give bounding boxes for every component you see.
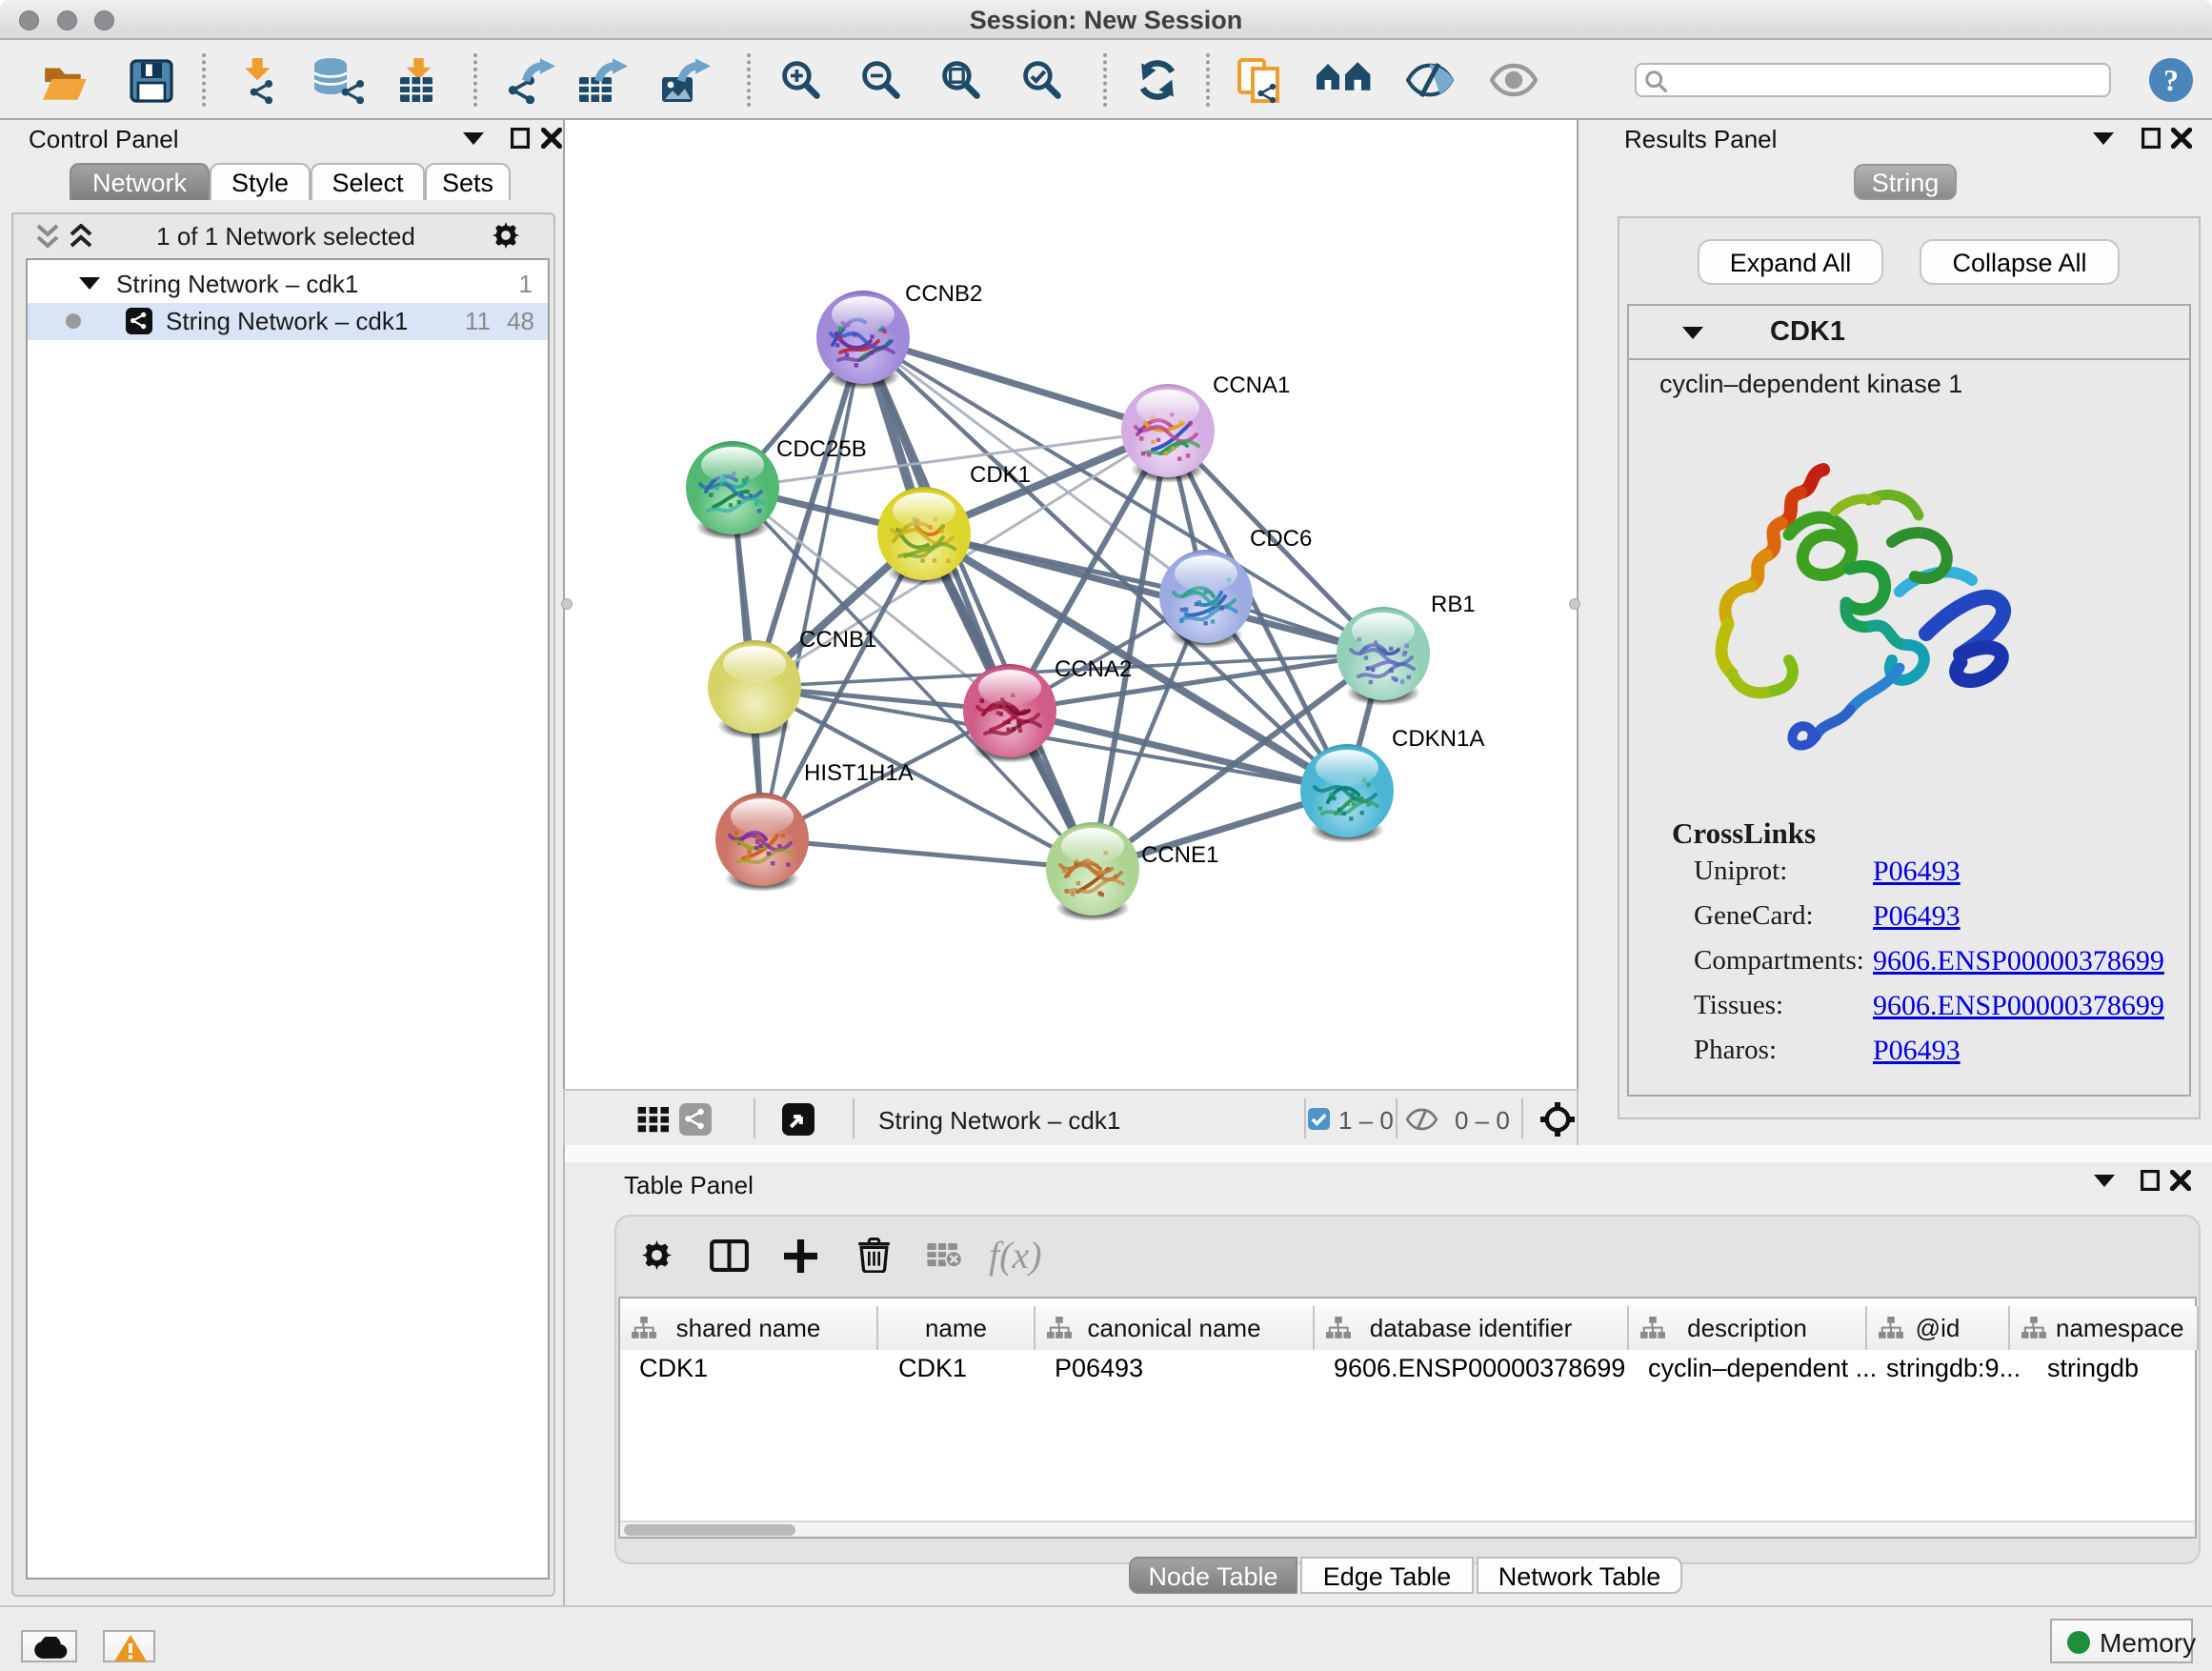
svg-text:CCNA2: CCNA2	[1055, 656, 1132, 682]
svg-text:CCNE1: CCNE1	[1141, 842, 1218, 868]
svg-text:CDC6: CDC6	[1250, 526, 1312, 552]
svg-text:CCNB2: CCNB2	[905, 281, 982, 307]
svg-text:RB1: RB1	[1431, 592, 1476, 617]
svg-text:HIST1H1A: HIST1H1A	[804, 760, 914, 786]
svg-text:CDKN1A: CDKN1A	[1392, 726, 1484, 752]
svg-text:CDC25B: CDC25B	[776, 436, 867, 462]
svg-text:?: ?	[2163, 63, 2179, 97]
svg-text:CCNA1: CCNA1	[1213, 372, 1290, 398]
svg-text:CCNB1: CCNB1	[799, 627, 876, 653]
svg-text:CDK1: CDK1	[970, 462, 1031, 488]
